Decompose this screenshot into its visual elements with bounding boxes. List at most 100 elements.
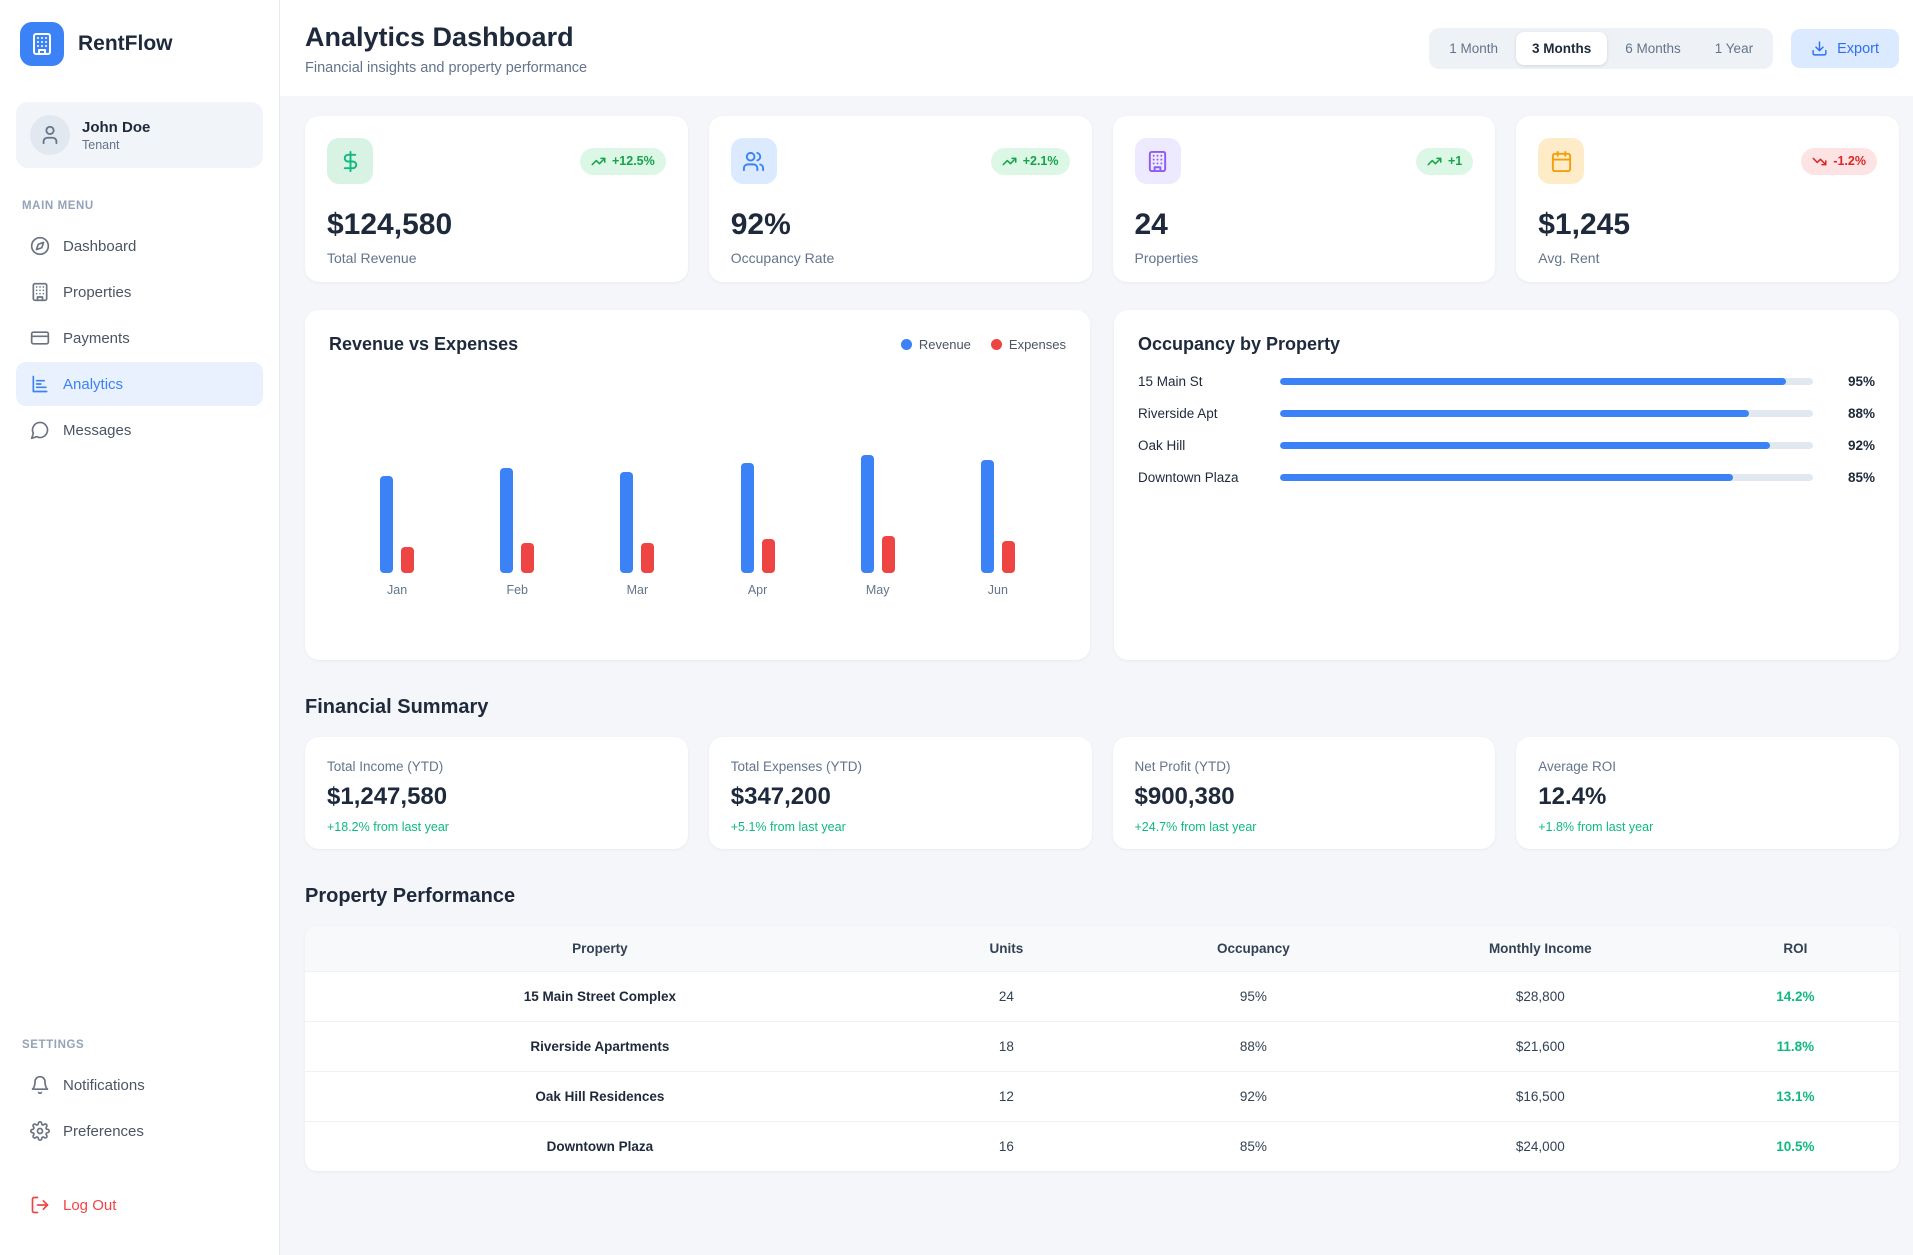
revenue-bar (500, 468, 513, 573)
period-button-1-month[interactable]: 1 Month (1433, 32, 1514, 65)
occupancy-bar-track (1280, 410, 1813, 417)
trend-badge: -1.2% (1801, 148, 1877, 175)
trending-up-icon (1002, 154, 1017, 169)
legend-item: Expenses (991, 337, 1066, 352)
fin-change: +5.1% from last year (731, 820, 1070, 834)
table-header-row: Property Units Occupancy Monthly Income … (305, 926, 1899, 972)
fin-card-total-expenses: Total Expenses (YTD) $347,200 +5.1% from… (709, 737, 1092, 849)
sidebar-item-messages[interactable]: Messages (16, 408, 263, 452)
occupancy-bar-fill (1280, 442, 1770, 449)
expenses-bar (882, 536, 895, 573)
period-button-6-months[interactable]: 6 Months (1609, 32, 1697, 65)
expenses-bar (401, 547, 414, 573)
building-icon (20, 22, 64, 66)
revenue-bar (981, 460, 994, 573)
cell-income: $28,800 (1389, 972, 1692, 1022)
occupancy-value: 85% (1827, 470, 1875, 485)
stat-cards-row: +12.5% $124,580 Total Revenue +2.1% (305, 116, 1899, 282)
legend-item: Revenue (901, 337, 971, 352)
export-button[interactable]: Export (1791, 29, 1899, 68)
cell-roi: 14.2% (1692, 972, 1899, 1022)
occupancy-bar-fill (1280, 410, 1749, 417)
occupancy-property-label: Downtown Plaza (1138, 470, 1266, 485)
fin-card-average-roi: Average ROI 12.4% +1.8% from last year (1516, 737, 1899, 849)
stat-value: $124,580 (327, 208, 666, 242)
cell-occupancy: 95% (1118, 972, 1389, 1022)
x-axis-label: Apr (748, 583, 767, 597)
occupancy-bar-track (1280, 474, 1813, 481)
user-card[interactable]: John Doe Tenant (16, 102, 263, 168)
fin-value: $900,380 (1135, 783, 1474, 811)
stat-label: Total Revenue (327, 250, 666, 266)
period-button-3-months[interactable]: 3 Months (1516, 32, 1607, 65)
settings-label: SETTINGS (22, 1039, 257, 1051)
bar-group: Apr (741, 463, 775, 597)
sidebar-item-properties[interactable]: Properties (16, 270, 263, 314)
users-icon (731, 138, 777, 184)
sidebar-item-label: Properties (63, 284, 131, 301)
cell-units: 12 (895, 1072, 1118, 1122)
page-title: Analytics Dashboard (305, 22, 587, 53)
fin-value: 12.4% (1538, 783, 1877, 811)
chart-title: Revenue vs Expenses (329, 334, 518, 355)
fin-label: Net Profit (YTD) (1135, 759, 1474, 774)
column-header-units: Units (895, 926, 1118, 972)
cell-occupancy: 85% (1118, 1122, 1389, 1172)
message-icon (30, 420, 50, 440)
export-label: Export (1837, 41, 1879, 57)
gear-icon (30, 1121, 50, 1141)
cell-units: 18 (895, 1022, 1118, 1072)
column-header-monthly-income: Monthly Income (1389, 926, 1692, 972)
bar-group: Feb (500, 468, 534, 597)
fin-value: $1,247,580 (327, 783, 666, 811)
fin-card-total-income: Total Income (YTD) $1,247,580 +18.2% fro… (305, 737, 688, 849)
fin-label: Average ROI (1538, 759, 1877, 774)
sidebar-item-preferences[interactable]: Preferences (16, 1109, 263, 1153)
sidebar-item-analytics[interactable]: Analytics (16, 362, 263, 406)
expenses-bar (521, 543, 534, 573)
occupancy-row: Riverside Apt88% (1138, 397, 1875, 429)
period-button-1-year[interactable]: 1 Year (1699, 32, 1769, 65)
logout-icon (30, 1195, 50, 1215)
fin-value: $347,200 (731, 783, 1070, 811)
occupancy-bar-fill (1280, 378, 1786, 385)
bell-icon (30, 1075, 50, 1095)
cell-income: $16,500 (1389, 1072, 1692, 1122)
fin-label: Total Income (YTD) (327, 759, 666, 774)
cell-income: $24,000 (1389, 1122, 1692, 1172)
building-icon (1135, 138, 1181, 184)
sidebar-item-label: Analytics (63, 376, 123, 393)
column-header-occupancy: Occupancy (1118, 926, 1389, 972)
table-row: 15 Main Street Complex 24 95% $28,800 14… (305, 972, 1899, 1022)
revenue-bar (620, 472, 633, 573)
fin-label: Total Expenses (YTD) (731, 759, 1070, 774)
occupancy-row: 15 Main St95% (1138, 365, 1875, 397)
trending-up-icon (1427, 154, 1442, 169)
cell-units: 24 (895, 972, 1118, 1022)
stat-value: 92% (731, 208, 1070, 242)
user-avatar-icon (30, 115, 70, 155)
download-icon (1811, 40, 1828, 57)
sidebar-item-dashboard[interactable]: Dashboard (16, 224, 263, 268)
sidebar-item-payments[interactable]: Payments (16, 316, 263, 360)
cell-property: Riverside Apartments (305, 1022, 895, 1072)
dollar-icon (327, 138, 373, 184)
revenue-expenses-plot: JanFebMarAprMayJun (329, 369, 1066, 597)
bar-group: Mar (620, 472, 654, 597)
badge-value: +1 (1448, 154, 1462, 168)
financial-summary-row: Total Income (YTD) $1,247,580 +18.2% fro… (305, 737, 1899, 849)
sidebar-item-label: Preferences (63, 1123, 144, 1140)
legend-dot (991, 339, 1002, 350)
calendar-icon (1538, 138, 1584, 184)
stat-value: $1,245 (1538, 208, 1877, 242)
occupancy-row: Downtown Plaza 85% (1138, 461, 1875, 493)
fin-change: +18.2% from last year (327, 820, 666, 834)
occupancy-property-label: Oak Hill (1138, 438, 1266, 453)
logout-button[interactable]: Log Out (16, 1183, 263, 1227)
x-axis-label: Mar (627, 583, 649, 597)
x-axis-label: Feb (506, 583, 528, 597)
sidebar-item-notifications[interactable]: Notifications (16, 1063, 263, 1107)
x-axis-label: Jan (387, 583, 407, 597)
stat-label: Properties (1135, 250, 1474, 266)
user-name: John Doe (82, 119, 150, 136)
